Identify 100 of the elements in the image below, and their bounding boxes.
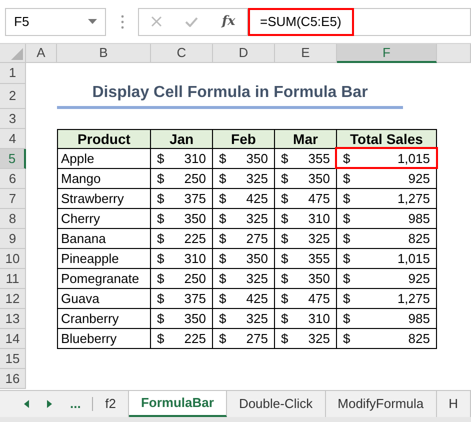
row-header[interactable]: 14 [0, 329, 26, 349]
row-header[interactable]: 16 [0, 369, 26, 389]
cell-value: 425 [246, 290, 268, 308]
currency-symbol: $ [219, 190, 226, 208]
column-header[interactable]: B [57, 44, 151, 63]
cell-value: 325 [246, 210, 268, 228]
more-tabs-button[interactable]: ... [70, 394, 81, 414]
scroll-right-icon[interactable] [47, 400, 52, 408]
table-cell: Cranberry [57, 309, 151, 329]
formula-text: =SUM(C5:E5) [248, 8, 354, 36]
sheet-tab[interactable]: ModifyFormula [326, 391, 437, 417]
cell-value: 375 [184, 190, 206, 208]
currency-symbol: $ [281, 150, 288, 168]
cell-value: 1,275 [397, 190, 430, 208]
row-header[interactable]: 3 [0, 109, 26, 129]
cell-value: 250 [184, 170, 206, 188]
row-header[interactable]: 1 [0, 63, 26, 84]
formula-field[interactable]: =SUM(C5:E5) [247, 8, 471, 36]
cell-value: 310 [308, 210, 330, 228]
currency-symbol: $ [157, 290, 164, 308]
cell-value: 925 [408, 170, 430, 188]
currency-symbol: $ [281, 230, 288, 248]
column-heading: Product [57, 129, 151, 149]
cell-value: 325 [308, 330, 330, 348]
cell-value: 825 [408, 330, 430, 348]
currency-symbol: $ [281, 250, 288, 268]
row-header[interactable]: 6 [0, 169, 26, 189]
table-cell: Pomegranate [57, 269, 151, 289]
currency-symbol: $ [343, 310, 350, 328]
currency-symbol: $ [281, 210, 288, 228]
column-heading: Mar [275, 129, 337, 149]
cell-value: 475 [308, 290, 330, 308]
scroll-left-icon[interactable] [24, 400, 29, 408]
row-header[interactable]: 2 [0, 84, 26, 109]
column-header[interactable]: D [213, 44, 275, 63]
cell-value: 275 [246, 330, 268, 348]
cell-value: 985 [408, 210, 430, 228]
column-header[interactable]: F [337, 44, 437, 63]
insert-function-button[interactable]: fx [222, 12, 236, 32]
cell-value: 310 [308, 310, 330, 328]
cell-value: 325 [308, 230, 330, 248]
cell-value: 925 [408, 270, 430, 288]
currency-symbol: $ [343, 290, 350, 308]
currency-symbol: $ [281, 270, 288, 288]
currency-symbol: $ [343, 150, 350, 168]
column-heading: Total Sales [337, 129, 437, 149]
name-box[interactable]: F5 [5, 8, 106, 36]
cell-value: 325 [246, 270, 268, 288]
currency-symbol: $ [219, 250, 226, 268]
currency-symbol: $ [157, 210, 164, 228]
name-box-text: F5 [14, 12, 30, 31]
enter-check-icon[interactable] [185, 16, 198, 26]
row-header[interactable]: 11 [0, 269, 26, 289]
dropdown-icon[interactable] [88, 19, 97, 24]
cell-value: 1,015 [397, 150, 430, 168]
cell-value: 275 [246, 230, 268, 248]
column-header[interactable]: E [275, 44, 337, 63]
row-header[interactable]: 4 [0, 129, 26, 149]
column-heading: Feb [213, 129, 275, 149]
sheet-tab[interactable]: Double-Click [226, 391, 326, 417]
cell-value: 350 [246, 250, 268, 268]
cell-value: 225 [184, 230, 206, 248]
currency-symbol: $ [219, 150, 226, 168]
row-header[interactable]: 8 [0, 209, 26, 229]
row-header[interactable]: 9 [0, 229, 26, 249]
currency-symbol: $ [343, 210, 350, 228]
cell-value: 985 [408, 310, 430, 328]
cell-value: 350 [246, 150, 268, 168]
cell-value: 1,015 [397, 250, 430, 268]
grip-icon [120, 14, 124, 28]
cell-value: 1,275 [397, 290, 430, 308]
cell-value: 425 [246, 190, 268, 208]
row-header[interactable]: 15 [0, 349, 26, 369]
row-header[interactable]: 13 [0, 309, 26, 329]
currency-symbol: $ [281, 170, 288, 188]
currency-symbol: $ [343, 190, 350, 208]
row-header[interactable]: 10 [0, 249, 26, 269]
currency-symbol: $ [219, 310, 226, 328]
currency-symbol: $ [157, 230, 164, 248]
currency-symbol: $ [157, 310, 164, 328]
currency-symbol: $ [157, 250, 164, 268]
row-header[interactable]: 7 [0, 189, 26, 209]
currency-symbol: $ [219, 290, 226, 308]
cell-value: 475 [308, 190, 330, 208]
cell-value: 250 [184, 270, 206, 288]
table-cell: Guava [57, 289, 151, 309]
column-header[interactable]: A [26, 44, 57, 63]
table-cell: Cherry [57, 209, 151, 229]
column-header[interactable]: C [151, 44, 213, 63]
currency-symbol: $ [343, 250, 350, 268]
currency-symbol: $ [219, 230, 226, 248]
cell-value: 310 [184, 250, 206, 268]
table-cell: Apple [57, 149, 151, 169]
row-header[interactable]: 5 [0, 149, 26, 169]
table-cell: Blueberry [57, 329, 151, 349]
cell-value: 225 [184, 330, 206, 348]
row-header[interactable]: 12 [0, 289, 26, 309]
sheet-tab[interactable]: H [436, 391, 471, 417]
cell-value: 350 [308, 270, 330, 288]
sheet-tab[interactable]: FormulaBar [128, 391, 227, 417]
